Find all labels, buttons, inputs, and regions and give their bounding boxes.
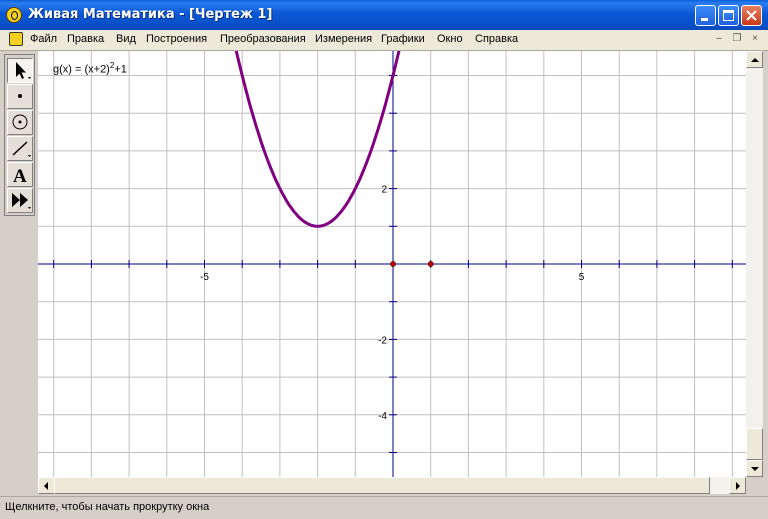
compass-tool[interactable]: [7, 110, 33, 135]
sketch-canvas[interactable]: -5 5 2 -2 -4 g(x) = (x+2)2+1: [38, 51, 746, 477]
app-icon[interactable]: [6, 7, 22, 23]
function-label[interactable]: g(x) = (x+2)2+1: [53, 61, 127, 76]
text-tool[interactable]: A: [7, 162, 33, 187]
doc-minimize-button[interactable]: –: [712, 33, 726, 45]
doc-restore-button[interactable]: ❐: [730, 33, 744, 45]
straightedge-tool[interactable]: [7, 136, 33, 161]
status-bar: Щелкните, чтобы начать прокрутку окна: [0, 496, 768, 519]
point-tool[interactable]: [7, 84, 33, 109]
menu-measure[interactable]: Измерения: [315, 33, 372, 45]
up-arrow-icon: [751, 58, 759, 62]
y-tick-label: 2: [381, 185, 387, 196]
arrow-cursor-icon: [16, 62, 31, 79]
scroll-left-button[interactable]: [38, 477, 55, 494]
menu-help[interactable]: Справка: [475, 33, 518, 45]
scroll-down-button[interactable]: [746, 460, 763, 477]
close-icon: [746, 10, 757, 21]
menu-edit[interactable]: Правка: [67, 33, 104, 45]
window-title: Живая Математика - [Чертеж 1]: [28, 7, 273, 22]
text-a-icon: A: [13, 166, 27, 186]
svg-text:A: A: [13, 166, 27, 186]
menu-graph[interactable]: Графики: [381, 33, 425, 45]
status-text: Щелкните, чтобы начать прокрутку окна: [5, 501, 210, 513]
menu-construct[interactable]: Построения: [146, 33, 207, 45]
scroll-right-button[interactable]: [729, 477, 746, 494]
x-tick-label: -5: [200, 272, 209, 283]
coordinate-graph[interactable]: -5 5 2 -2 -4: [38, 51, 746, 477]
doc-close-button[interactable]: ×: [748, 33, 762, 45]
circle-icon: [12, 114, 28, 130]
horizontal-scrollbar[interactable]: [38, 477, 746, 494]
down-arrow-icon: [751, 467, 759, 471]
y-tick-label: -4: [378, 411, 387, 422]
menu-transform[interactable]: Преобразования: [220, 33, 306, 45]
axis-point: [390, 261, 396, 267]
minimize-button[interactable]: [695, 5, 716, 26]
vertical-scrollbar[interactable]: [746, 51, 763, 477]
horizontal-scroll-thumb[interactable]: [54, 477, 710, 494]
menu-view[interactable]: Вид: [116, 33, 136, 45]
left-arrow-icon: [44, 482, 48, 490]
arrow-tool[interactable]: [7, 58, 33, 83]
fast-forward-icon: [12, 193, 31, 209]
segment-icon: [12, 141, 31, 157]
y-tick-label: -2: [378, 335, 387, 346]
toolbox: A: [4, 54, 35, 216]
document-icon[interactable]: [9, 32, 23, 46]
vertical-scroll-thumb[interactable]: [746, 428, 763, 460]
scroll-up-button[interactable]: [746, 51, 763, 68]
title-bar[interactable]: Живая Математика - [Чертеж 1]: [0, 0, 768, 30]
menu-window[interactable]: Окно: [437, 33, 463, 45]
maximize-button[interactable]: [718, 5, 739, 26]
custom-tool[interactable]: [7, 188, 33, 213]
menu-file[interactable]: Файл: [30, 33, 57, 45]
close-button[interactable]: [741, 5, 762, 26]
right-arrow-icon: [736, 482, 740, 490]
point-icon: [18, 94, 22, 98]
x-tick-label: 5: [579, 272, 585, 283]
axis-point: [427, 261, 434, 267]
